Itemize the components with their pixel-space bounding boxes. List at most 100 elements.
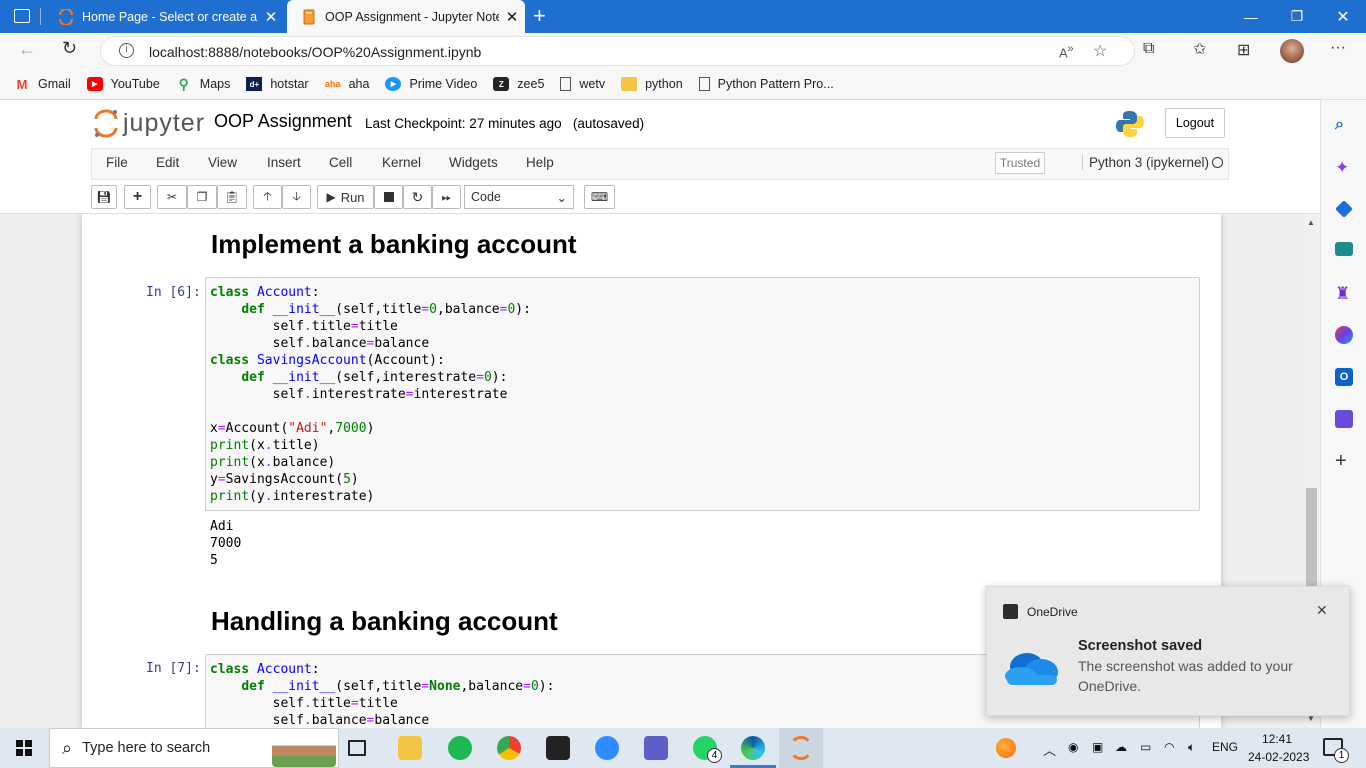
taskbar-search-box[interactable]: ⌕ Type here to search — [49, 728, 339, 768]
chrome-icon[interactable] — [497, 736, 521, 760]
save-button[interactable]: 💾︎ — [91, 185, 117, 209]
bookmarks-bar: M Gmail ▶ YouTube ⚲ Maps d+ hotstar aha aha ▶… — [0, 69, 1366, 100]
clock-time[interactable]: 12:41 — [1262, 732, 1292, 746]
code-editor[interactable]: class Account: def __init__(self,title=0… — [210, 284, 1195, 505]
tab-oop-assignment[interactable]: OOP Assignment - Jupyter Notel ✕ — [287, 0, 525, 33]
edge-icon[interactable] — [741, 736, 765, 760]
scrollbar-thumb[interactable] — [1306, 488, 1317, 588]
menu-widgets[interactable]: Widgets — [449, 155, 498, 170]
address-bar[interactable]: i localhost:8888/notebooks/OOP%20Assignm… — [100, 36, 1135, 66]
markdown-heading[interactable]: Handling a banking account — [211, 606, 558, 637]
toast-title: Screenshot saved — [1078, 638, 1203, 654]
refresh-icon[interactable]: ↻ — [62, 38, 77, 59]
read-aloud-icon[interactable]: A» — [1059, 43, 1074, 60]
windows-start-icon[interactable] — [16, 740, 32, 756]
tab-home-page[interactable]: Home Page - Select or create a n ✕ — [44, 0, 284, 33]
scroll-up-arrow[interactable]: ▲ — [1307, 218, 1315, 227]
whatsapp-icon[interactable]: 4 — [693, 736, 722, 763]
favorites-icon[interactable]: ✩ — [1193, 39, 1206, 59]
info-icon[interactable]: i — [119, 43, 134, 58]
bookmark-python-folder[interactable]: python — [621, 77, 683, 91]
code-cell[interactable]: class Account: def __init__(self,title=0… — [205, 277, 1200, 511]
close-tab-icon[interactable]: ✕ — [499, 8, 525, 26]
save-icon: 💾︎ — [96, 190, 112, 204]
kernel-name[interactable]: Python 3 (ipykernel) — [1082, 155, 1209, 170]
search-icon[interactable]: ⌕ — [1335, 116, 1353, 134]
office-icon[interactable] — [1335, 326, 1353, 344]
bookmark-gmail[interactable]: M Gmail — [14, 77, 71, 92]
move-down-button[interactable]: 🡣 — [282, 185, 311, 209]
meet-now-icon[interactable]: ▣ — [1092, 740, 1103, 754]
paste-button[interactable]: 📋︎ — [217, 185, 247, 209]
shopping-tag-icon[interactable] — [1335, 200, 1353, 218]
drop-icon[interactable] — [1335, 410, 1353, 428]
menu-view[interactable]: View — [208, 155, 237, 170]
menu-edit[interactable]: Edit — [156, 155, 179, 170]
show-hidden-icons[interactable]: ︿ — [1043, 740, 1056, 759]
restart-button[interactable]: ↻ — [403, 185, 432, 209]
zoom-icon[interactable] — [595, 736, 619, 760]
cell-type-select[interactable]: Code ⌄ — [464, 185, 574, 209]
tools-briefcase-icon[interactable] — [1335, 242, 1353, 256]
tab-actions-icon[interactable] — [14, 9, 30, 23]
cut-button[interactable]: ✂ — [157, 185, 187, 209]
move-up-button[interactable]: 🡡 — [253, 185, 282, 209]
bookmark-zee5[interactable]: Zzee5 — [493, 77, 544, 91]
bookmark-youtube[interactable]: ▶ YouTube — [86, 77, 160, 91]
outlook-icon[interactable]: O — [1335, 368, 1353, 386]
markdown-heading[interactable]: Implement a banking account — [211, 229, 577, 260]
toast-close-icon[interactable]: ✕ — [1316, 602, 1328, 619]
close-window-button[interactable]: ✕ — [1320, 0, 1366, 33]
trusted-badge[interactable]: Trusted — [995, 152, 1045, 174]
favorite-star-icon[interactable]: ☆ — [1093, 41, 1107, 61]
restart-run-all-button[interactable]: ⏩︎ — [432, 185, 461, 209]
toast-body-line1: The screenshot was added to your — [1078, 658, 1293, 674]
battery-icon[interactable]: ▭ — [1140, 740, 1151, 754]
file-explorer-icon[interactable] — [398, 736, 422, 760]
extensions-icon[interactable]: ⧉ — [1143, 40, 1154, 58]
add-sidebar-app-icon[interactable]: + — [1335, 451, 1353, 471]
command-palette-button[interactable]: ⌨ — [584, 185, 615, 209]
minimize-button[interactable]: — — [1228, 0, 1274, 33]
collections-icon[interactable]: ⊞ — [1237, 40, 1250, 60]
menu-insert[interactable]: Insert — [267, 155, 301, 170]
task-view-icon[interactable] — [348, 740, 366, 756]
jupyter-logo[interactable]: jupyter — [93, 108, 205, 138]
new-tab-button[interactable]: + — [533, 3, 546, 29]
bookmark-prime-video[interactable]: ▶ Prime Video — [385, 77, 477, 91]
games-icon[interactable]: ♜ — [1335, 284, 1353, 303]
output-line: Adi — [210, 519, 234, 534]
menu-kernel[interactable]: Kernel — [382, 155, 421, 170]
onedrive-tray-icon[interactable]: ☁ — [1115, 740, 1127, 754]
restore-button[interactable]: ❐ — [1274, 0, 1320, 33]
insert-cell-button[interactable]: + — [124, 185, 151, 209]
record-icon[interactable]: ◉ — [1068, 740, 1078, 754]
copilot-sparkle-icon[interactable]: ✦ — [1335, 158, 1353, 177]
more-options-icon[interactable]: ··· — [1330, 39, 1346, 57]
language-indicator[interactable]: ENG — [1212, 740, 1238, 754]
spotify-icon[interactable] — [448, 736, 472, 760]
onedrive-notification[interactable]: OneDrive ✕ Screenshot saved The screensh… — [986, 586, 1350, 716]
menu-cell[interactable]: Cell — [329, 155, 352, 170]
copy-button[interactable]: ❐ — [187, 185, 217, 209]
run-button[interactable]: ▶ Run — [317, 185, 374, 209]
menu-file[interactable]: File — [106, 155, 128, 170]
bookmark-wetv[interactable]: wetv — [560, 77, 605, 91]
teams-icon[interactable] — [644, 736, 668, 760]
back-icon[interactable]: ← — [18, 39, 36, 60]
sticky-notes-icon[interactable] — [546, 736, 570, 760]
logout-button[interactable]: Logout — [1165, 108, 1225, 138]
clock-date[interactable]: 24-02-2023 — [1248, 750, 1309, 764]
menu-help[interactable]: Help — [526, 155, 554, 170]
notebook-name[interactable]: OOP Assignment — [214, 111, 352, 132]
weather-icon[interactable] — [996, 738, 1016, 758]
volume-icon[interactable]: 🔈︎ — [1188, 740, 1195, 755]
wifi-icon[interactable]: ◠ — [1164, 740, 1174, 754]
bookmark-aha[interactable]: aha aha — [325, 77, 370, 91]
interrupt-button[interactable] — [374, 185, 403, 209]
bookmark-python-pattern[interactable]: Python Pattern Pro... — [698, 77, 834, 91]
profile-avatar[interactable] — [1280, 39, 1304, 63]
bookmark-maps[interactable]: ⚲ Maps — [176, 76, 231, 92]
bookmark-hotstar[interactable]: d+ hotstar — [246, 77, 309, 91]
close-tab-icon[interactable]: ✕ — [258, 8, 284, 26]
